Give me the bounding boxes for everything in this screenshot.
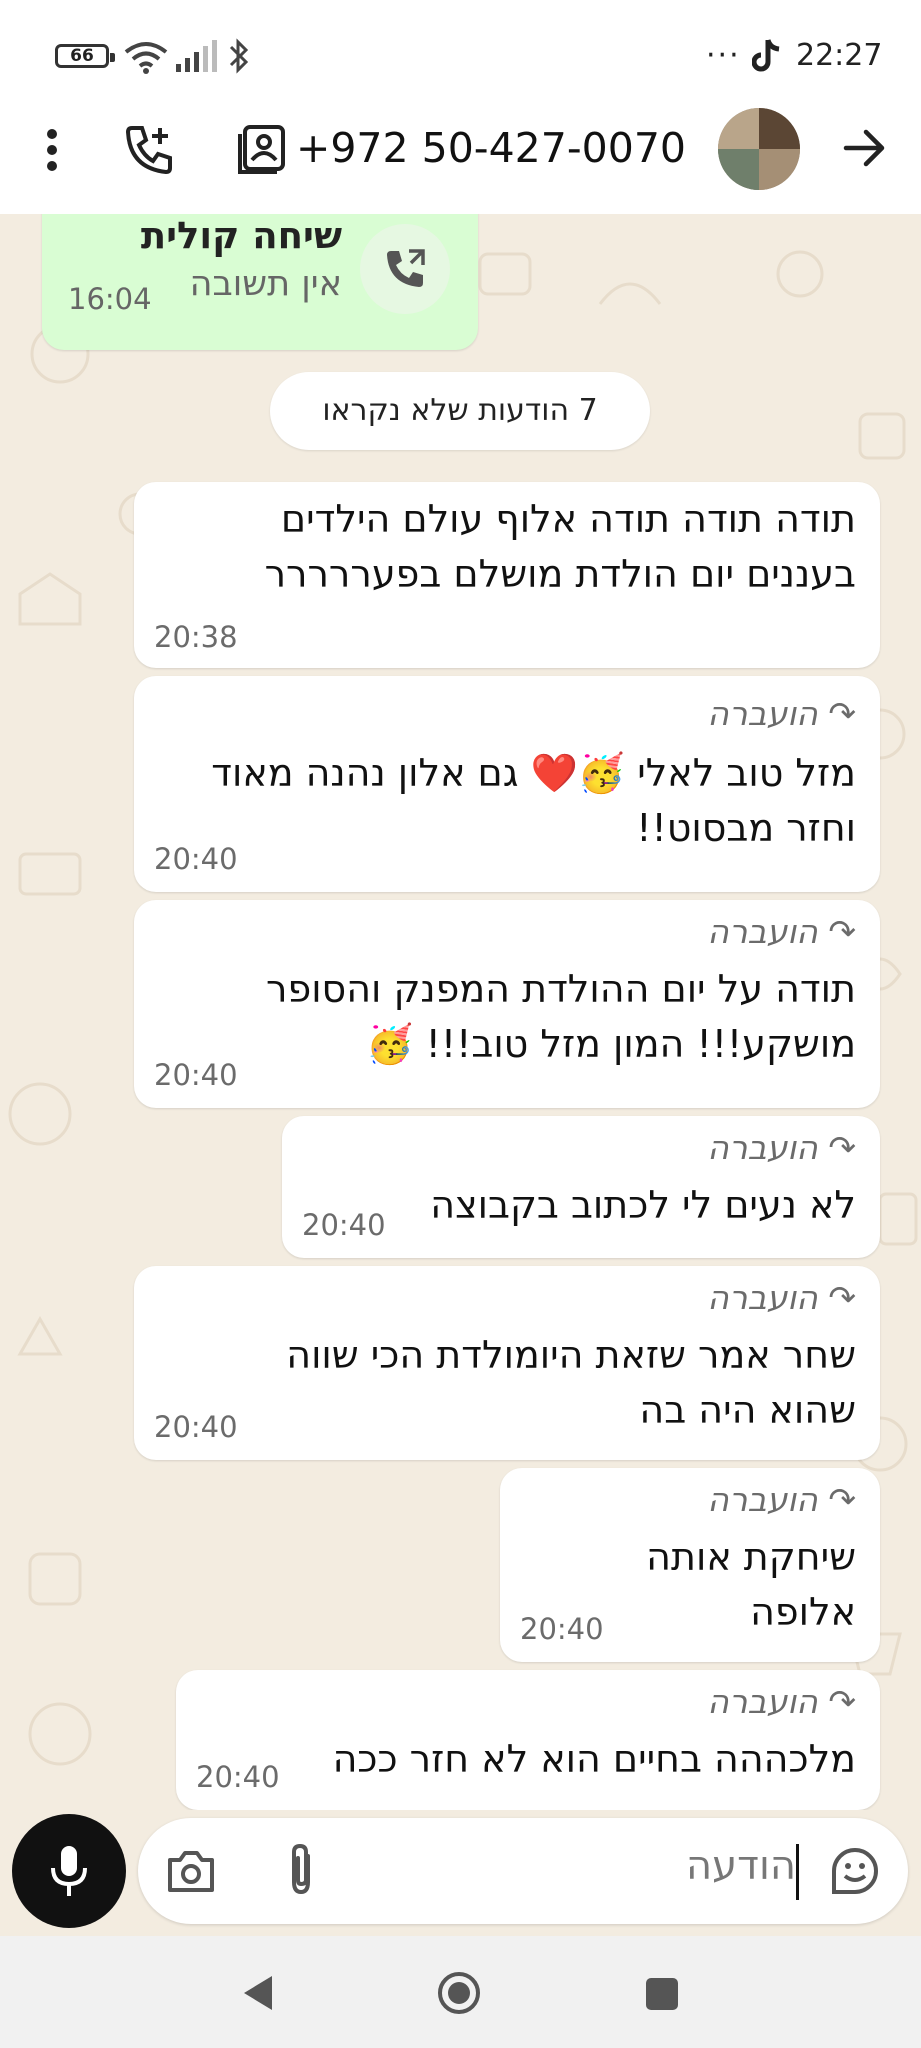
forwarded-text: הועברה: [707, 1278, 818, 1317]
nav-back-icon[interactable]: [240, 1972, 276, 2014]
camera-icon[interactable]: [166, 1848, 216, 1894]
wifi-icon: [124, 42, 168, 74]
call-bubble[interactable]: שיחה קולית אין תשובה 16:04: [42, 214, 478, 350]
forwarded-label: ↷ הועברה: [707, 1682, 856, 1721]
sticker-icon[interactable]: [830, 1846, 880, 1896]
message-bubble[interactable]: ↷ הועברה תודה על יום ההולדת המפנק והסופר…: [134, 900, 880, 1108]
message-line: שחר אמר שזאת היומולדת הכי שווה: [286, 1333, 856, 1377]
call-status: אין תשובה: [189, 264, 342, 304]
forward-icon: ↷: [817, 1480, 856, 1519]
input-placeholder: הודעה: [685, 1843, 796, 1889]
message-line: וחזר מבסוט!!: [636, 806, 856, 850]
nav-home-icon[interactable]: [436, 1970, 482, 2016]
forwarded-label: ↷ הועברה: [707, 694, 856, 733]
message-line: תודה על יום ההולדת המפנק והסופר: [266, 967, 856, 1011]
message-line: שהוא היה בה: [639, 1388, 856, 1432]
contact-card-icon[interactable]: [237, 124, 287, 174]
forwarded-label: ↷ הועברה: [707, 1278, 856, 1317]
forwarded-label: ↷ הועברה: [707, 1128, 856, 1167]
forward-icon: ↷: [817, 1682, 856, 1721]
text-cursor: [796, 1844, 799, 1900]
unread-badge: 7 הודעות שלא נקראו: [270, 372, 650, 450]
forward-icon: ↷: [817, 1128, 856, 1167]
message-bubble[interactable]: ↷ הועברה מזל טוב לאלי 🥳❤️ גם אלון נהנה מ…: [134, 676, 880, 892]
mic-button[interactable]: [12, 1814, 126, 1928]
battery-icon: 66: [55, 44, 115, 68]
message-time: 20:40: [196, 1760, 280, 1794]
status-time: 22:27: [796, 38, 883, 73]
overflow-menu-icon[interactable]: [40, 128, 64, 172]
status-more: ···: [706, 38, 741, 73]
forwarded-text: הועברה: [707, 1128, 818, 1167]
message-line: תודה תודה תודה אלוף עולם הילדים: [280, 497, 856, 541]
status-bar: 66 ··· 22:27: [0, 0, 921, 110]
message-time: 20:40: [302, 1208, 386, 1242]
avatar[interactable]: [718, 108, 800, 190]
message-bubble[interactable]: ↷ הועברה מלכההה בחיים הוא לא חזר ככה 20:…: [176, 1670, 880, 1810]
forward-icon: ↷: [817, 694, 856, 733]
call-icon: [387, 249, 425, 287]
call-time: 16:04: [68, 282, 152, 316]
call-title: שיחה קולית: [140, 214, 342, 257]
message-time: 20:40: [154, 1410, 238, 1444]
forwarded-text: הועברה: [707, 694, 818, 733]
message-bubble[interactable]: ↷ הועברה שיחקת אותה אלופה 20:40: [500, 1468, 880, 1662]
chat-area[interactable]: שיחה קולית אין תשובה 16:04 7 הודעות שלא …: [0, 214, 921, 1834]
message-line: מושקע!!! המון מזל טוב!!! 🥳: [366, 1022, 856, 1066]
forward-icon: ↷: [817, 1278, 856, 1317]
message-time: 20:40: [154, 1058, 238, 1092]
message-bubble[interactable]: תודה תודה תודה אלוף עולם הילדים בעננים י…: [134, 482, 880, 668]
tiktok-icon: [752, 39, 780, 72]
nav-recents-icon[interactable]: [644, 1976, 680, 2012]
message-line: בעננים יום הולדת מושלם בפעררררר: [264, 552, 856, 596]
message-bubble[interactable]: ↷ הועברה לא נעים לי לכתוב בקבוצה 20:40: [282, 1116, 880, 1258]
message-time: 20:40: [520, 1612, 604, 1646]
mic-icon: [51, 1846, 87, 1896]
signal-icon: [176, 40, 217, 72]
forwarded-label: ↷ הועברה: [707, 912, 856, 951]
contact-phone-title[interactable]: +972 50-427-0070: [296, 124, 686, 172]
bluetooth-icon: [229, 38, 249, 74]
back-arrow-icon[interactable]: [842, 128, 886, 168]
forwarded-text: הועברה: [707, 1682, 818, 1721]
message-bubble[interactable]: ↷ הועברה שחר אמר שזאת היומולדת הכי שווה …: [134, 1266, 880, 1460]
add-call-icon[interactable]: [124, 124, 174, 174]
forward-icon: ↷: [817, 912, 856, 951]
forwarded-text: הועברה: [707, 912, 818, 951]
message-time: 20:38: [154, 620, 238, 654]
message-time: 20:40: [154, 842, 238, 876]
message-line: אלופה: [750, 1590, 856, 1634]
message-line: שיחקת אותה: [646, 1535, 856, 1579]
message-line: מזל טוב לאלי 🥳❤️ גם אלון נהנה מאוד: [211, 751, 856, 795]
message-line: מלכההה בחיים הוא לא חזר ככה: [332, 1737, 856, 1781]
forwarded-label: ↷ הועברה: [707, 1480, 856, 1519]
attach-icon[interactable]: [284, 1842, 318, 1898]
forwarded-text: הועברה: [707, 1480, 818, 1519]
message-line: לא נעים לי לכתוב בקבוצה: [430, 1183, 856, 1227]
